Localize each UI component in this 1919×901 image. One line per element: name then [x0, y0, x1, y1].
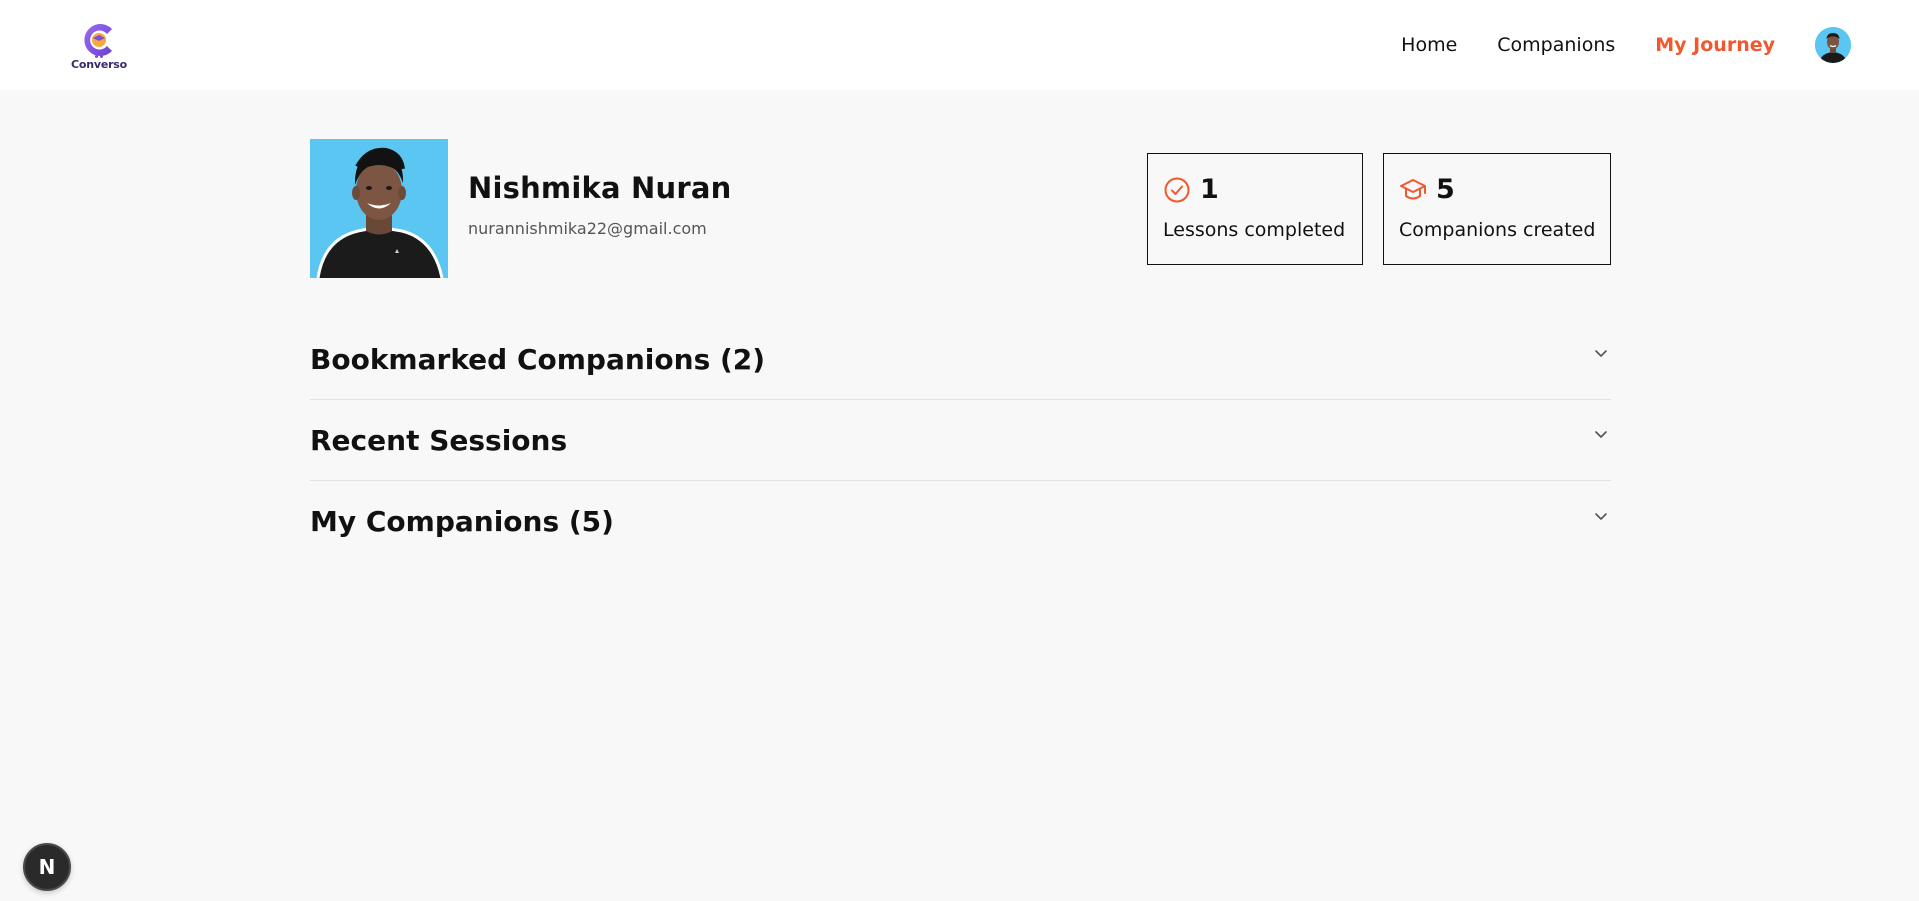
chevron-down-icon: [1595, 512, 1607, 520]
accordion-my-companions[interactable]: My Companions (5): [310, 481, 1611, 562]
stat-label: Lessons completed: [1163, 219, 1346, 241]
accordion-title: Recent Sessions: [310, 423, 568, 457]
navbar: Converso Home Companions My Journey: [0, 0, 1919, 90]
profile-section: Nishmika Nuran nurannishmika22@gmail.com…: [310, 139, 1611, 279]
user-avatar-button[interactable]: [1815, 27, 1851, 63]
stat-header: 1: [1163, 174, 1347, 205]
stat-companions-created: 5 Companions created: [1383, 153, 1611, 265]
check-circle-icon: [1163, 176, 1191, 204]
stat-header: 5: [1399, 174, 1595, 205]
profile-photo-image: [310, 139, 448, 278]
chevron-down-icon: [1595, 431, 1607, 438]
nextjs-dev-badge[interactable]: N: [23, 843, 71, 891]
main-nav: Home Companions My Journey: [1361, 27, 1851, 63]
avatar-icon: [1815, 27, 1851, 63]
nav-link-home[interactable]: Home: [1401, 34, 1457, 56]
logo-mark-icon: [84, 23, 112, 58]
profile-email: nurannishmika22@gmail.com: [468, 219, 707, 238]
accordion-title: My Companions (5): [310, 505, 614, 538]
converso-logo[interactable]: Converso: [70, 20, 128, 71]
accordion-title: Bookmarked Companions (2): [310, 342, 766, 376]
profile-name: Nishmika Nuran: [468, 171, 732, 205]
profile-photo: [310, 139, 448, 278]
chevron-down-icon: [1595, 350, 1607, 357]
graduation-cap-icon: [1399, 176, 1427, 204]
stat-value: 5: [1436, 174, 1455, 205]
profile-info: Nishmika Nuran nurannishmika22@gmail.com: [468, 171, 731, 238]
nav-link-companions[interactable]: Companions: [1497, 34, 1615, 56]
stat-lessons-completed: 1 Lessons completed: [1147, 153, 1363, 265]
logo-text: Converso: [70, 57, 128, 71]
stat-value: 1: [1200, 174, 1219, 205]
nav-link-my-journey[interactable]: My Journey: [1655, 34, 1775, 56]
nextjs-badge-label: N: [38, 855, 56, 879]
journey-accordion: Bookmarked Companions (2) Recent Session…: [310, 319, 1611, 562]
accordion-bookmarked-companions[interactable]: Bookmarked Companions (2): [310, 319, 1611, 400]
journey-content: Nishmika Nuran nurannishmika22@gmail.com…: [310, 139, 1611, 562]
accordion-recent-sessions[interactable]: Recent Sessions: [310, 400, 1611, 481]
stat-label: Companions created: [1399, 219, 1596, 241]
stats-group: 1 Lessons completed 5 Companions created: [1127, 153, 1611, 265]
